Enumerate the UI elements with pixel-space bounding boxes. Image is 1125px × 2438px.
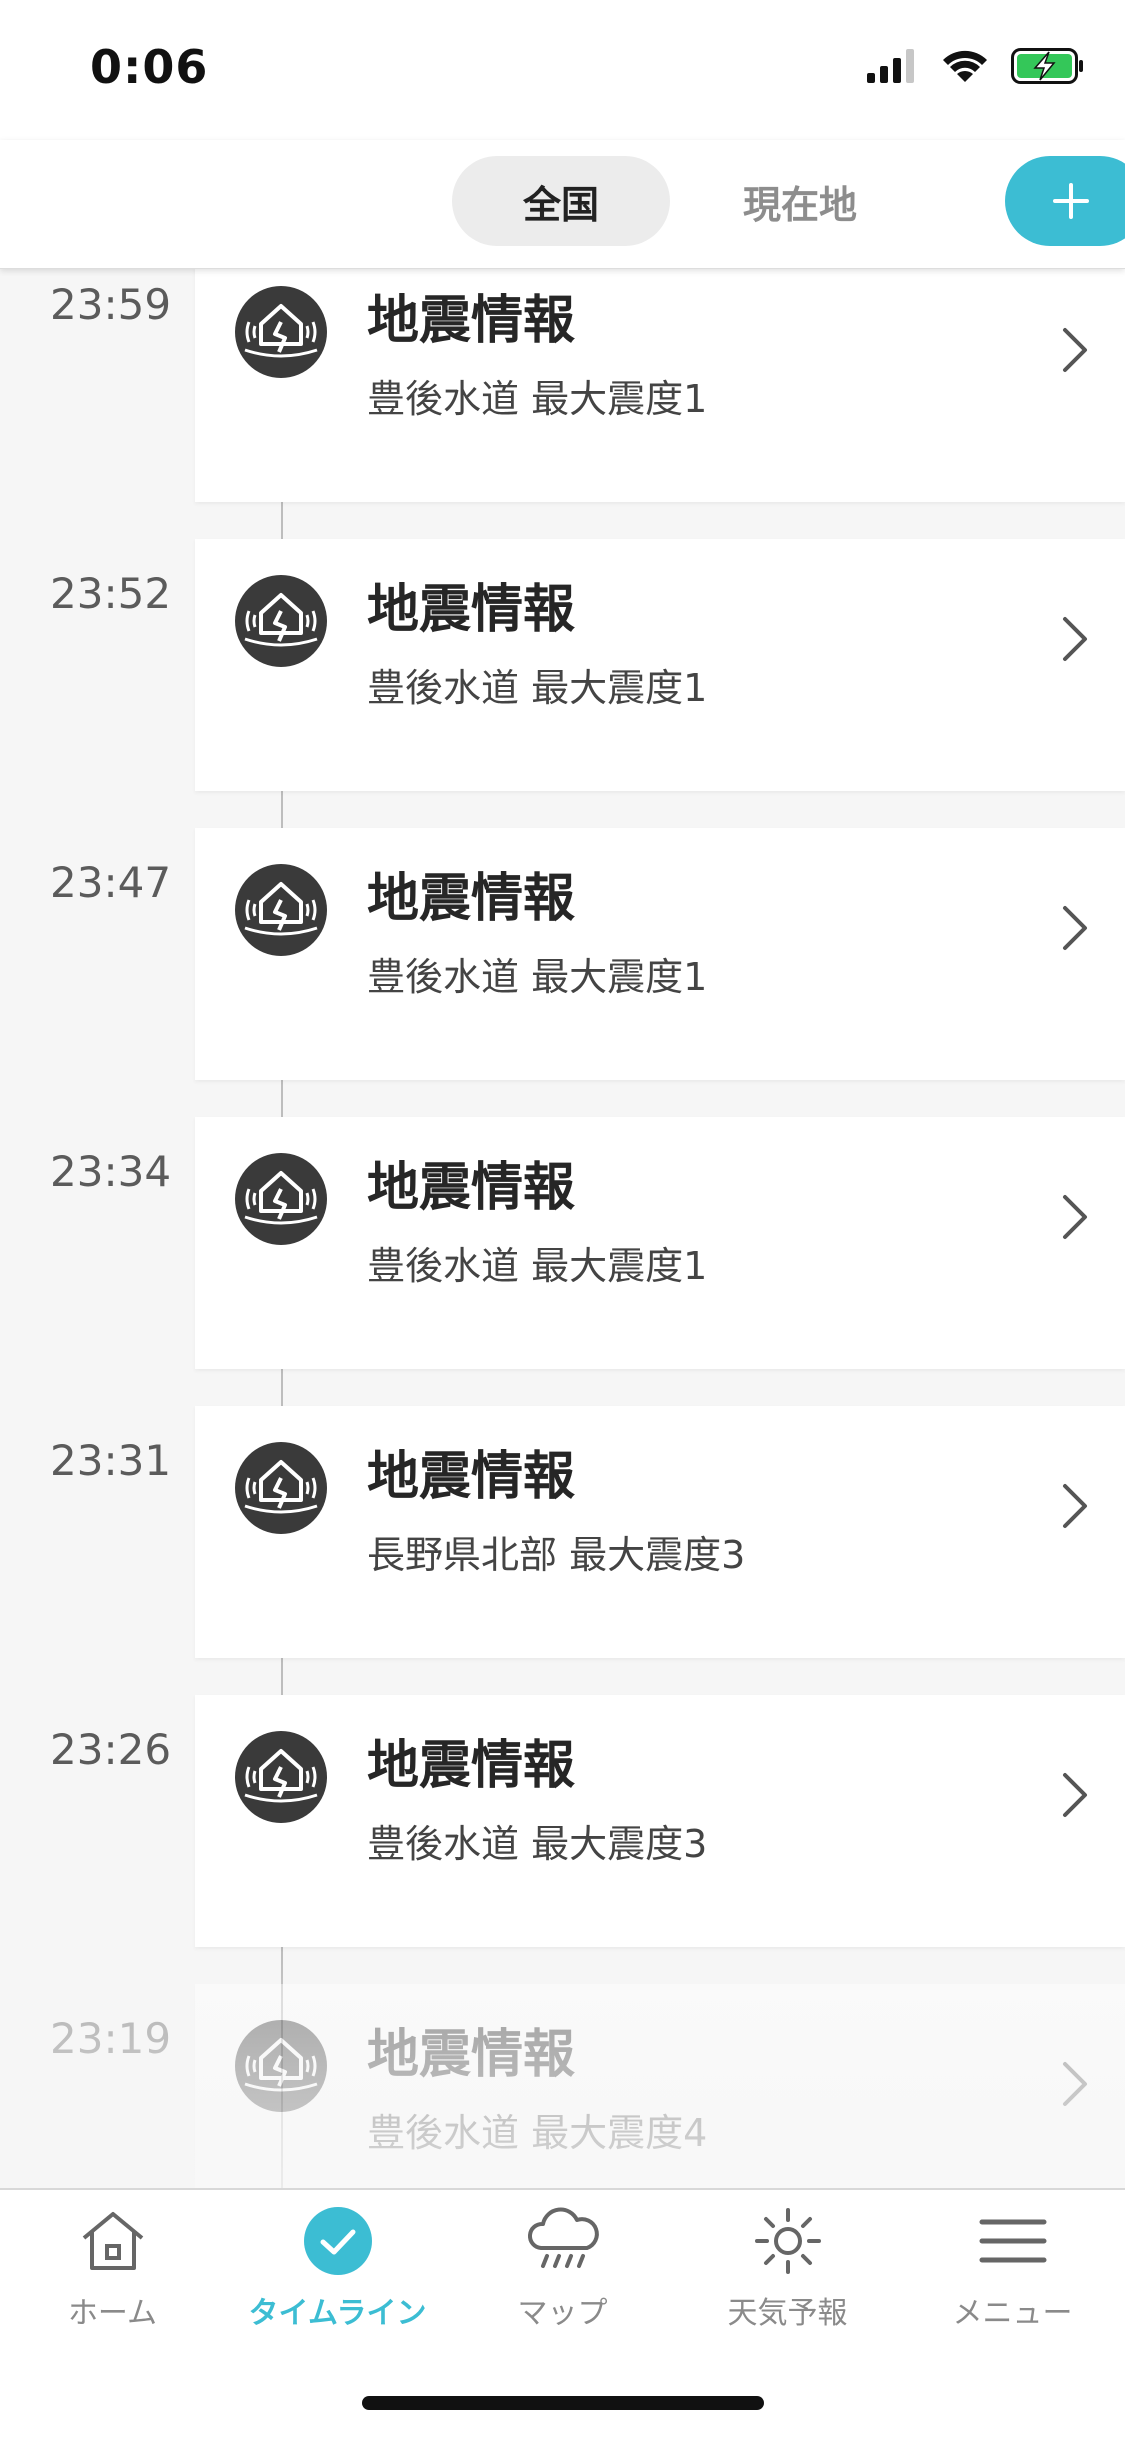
check-circle-icon (303, 2207, 372, 2275)
chevron-right-icon (1063, 1195, 1087, 1239)
timeline-item[interactable]: 23:59 地震情報 豊後水道 最大震度1 (0, 268, 1125, 502)
nav-label-timeline: タイムライン (248, 2296, 427, 2331)
timeline-time: 23:19 (50, 2014, 172, 2063)
nav-label-forecast: 天気予報 (727, 2296, 848, 2331)
card-title: 地震情報 (367, 1447, 576, 1507)
card-detail: 長野県北部 最大震度3 (367, 1533, 746, 1577)
timeline-time: 23:52 (50, 569, 172, 618)
card-title: 地震情報 (367, 869, 576, 929)
timeline-time: 23:31 (50, 1436, 172, 1485)
earthquake-icon (235, 1442, 327, 1534)
timeline-time: 23:34 (50, 1147, 172, 1196)
tab-national[interactable]: 全国 (452, 156, 670, 246)
add-region-button[interactable] (1005, 156, 1125, 246)
earthquake-info-card[interactable]: 地震情報 豊後水道 最大震度1 (195, 268, 1125, 502)
card-title: 地震情報 (367, 2025, 576, 2085)
timeline-item[interactable]: 23:19 地震情報 豊後水道 最大震度4 (0, 1984, 1125, 2188)
chevron-right-icon (1063, 617, 1087, 661)
chevron-right-icon (1063, 1484, 1087, 1528)
signal-icon (867, 49, 914, 83)
timeline-time: 23:26 (50, 1725, 172, 1774)
home-icon (82, 2212, 143, 2270)
plus-icon (1053, 183, 1089, 219)
earthquake-info-card[interactable]: 地震情報 豊後水道 最大震度1 (195, 1117, 1125, 1369)
status-time: 0:06 (90, 40, 209, 94)
home-indicator (362, 2396, 764, 2410)
nav-label-menu: メニュー (952, 2296, 1073, 2331)
card-detail: 豊後水道 最大震度1 (367, 955, 708, 999)
rain-cloud-icon (527, 2207, 599, 2268)
nav-label-home: ホーム (67, 2296, 158, 2331)
earthquake-icon (235, 286, 327, 378)
chevron-right-icon (1063, 2062, 1087, 2106)
chevron-right-icon (1063, 906, 1087, 950)
nav-home[interactable]: ホーム (0, 2206, 225, 2346)
timeline-item[interactable]: 23:52 地震情報 豊後水道 最大震度1 (0, 539, 1125, 791)
status-bar: 0:06 (0, 0, 1125, 140)
nav-forecast[interactable]: 天気予報 (675, 2206, 900, 2346)
card-detail: 豊後水道 最大震度3 (367, 1822, 708, 1866)
tab-current-location[interactable]: 現在地 (700, 156, 900, 246)
card-detail: 豊後水道 最大震度1 (367, 666, 708, 710)
nav-label-map: マップ (517, 2296, 608, 2331)
card-title: 地震情報 (367, 580, 576, 640)
earthquake-info-card[interactable]: 地震情報 豊後水道 最大震度1 (195, 539, 1125, 791)
card-title: 地震情報 (367, 291, 576, 351)
earthquake-icon (235, 575, 327, 667)
timeline-item[interactable]: 23:47 地震情報 豊後水道 最大震度1 (0, 828, 1125, 1080)
earthquake-info-card[interactable]: 地震情報 長野県北部 最大震度3 (195, 1406, 1125, 1658)
timeline-item[interactable]: 23:34 地震情報 豊後水道 最大震度1 (0, 1117, 1125, 1369)
nav-timeline[interactable]: タイムライン (225, 2206, 450, 2346)
chevron-right-icon (1063, 328, 1087, 372)
sun-icon (754, 2208, 821, 2274)
card-title: 地震情報 (367, 1158, 576, 1218)
card-detail: 豊後水道 最大震度4 (367, 2111, 708, 2155)
earthquake-icon (235, 864, 327, 956)
wifi-icon (943, 50, 987, 82)
chevron-right-icon (1063, 1773, 1087, 1817)
battery-charging-icon (1011, 48, 1083, 84)
region-tab-header: 全国 現在地 (0, 140, 1125, 269)
menu-icon (979, 2219, 1046, 2263)
card-title: 地震情報 (367, 1736, 576, 1796)
nav-map[interactable]: マップ (450, 2206, 675, 2346)
timeline-time: 23:59 (50, 280, 172, 329)
earthquake-icon (235, 1153, 327, 1245)
card-detail: 豊後水道 最大震度1 (367, 377, 708, 421)
timeline-item[interactable]: 23:26 地震情報 豊後水道 最大震度3 (0, 1695, 1125, 1947)
earthquake-icon (235, 2020, 327, 2112)
earthquake-info-card[interactable]: 地震情報 豊後水道 最大震度3 (195, 1695, 1125, 1947)
nav-menu[interactable]: メニュー (900, 2206, 1125, 2346)
card-detail: 豊後水道 最大震度1 (367, 1244, 708, 1288)
earthquake-info-card[interactable]: 地震情報 豊後水道 最大震度1 (195, 828, 1125, 1080)
timeline-list[interactable]: 23:59 地震情報 豊後水道 最大震度1 23:52 地震情報 豊後水道 最大… (0, 268, 1125, 2188)
earthquake-info-card[interactable]: 地震情報 豊後水道 最大震度4 (195, 1984, 1125, 2188)
earthquake-icon (235, 1731, 327, 1823)
timeline-time: 23:47 (50, 858, 172, 907)
timeline-item[interactable]: 23:31 地震情報 長野県北部 最大震度3 (0, 1406, 1125, 1658)
status-icons (867, 48, 1085, 84)
